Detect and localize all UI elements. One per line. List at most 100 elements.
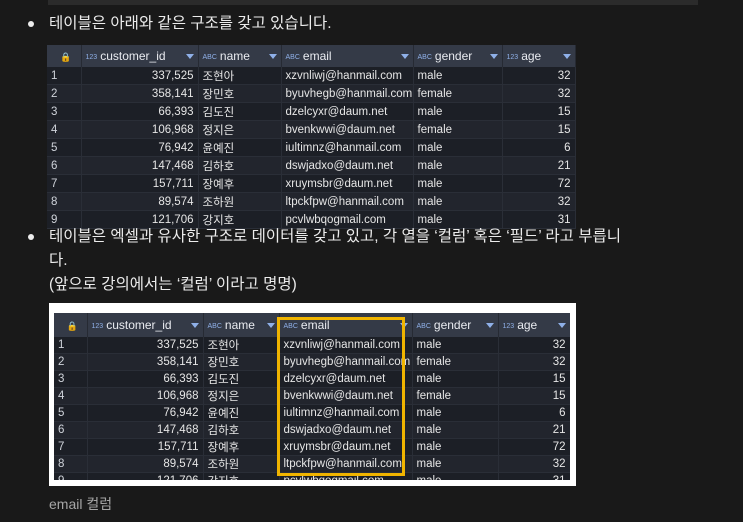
sort-dropdown-icon[interactable]	[399, 323, 408, 328]
age-cell[interactable]: 6	[502, 138, 576, 157]
row-number-cell[interactable]: 1	[47, 67, 82, 85]
table-row[interactable]: 1 337,525 조현아 xzvnliwj@hanmail.com male 32	[54, 337, 570, 354]
customer-id-cell[interactable]: 337,525	[81, 67, 199, 85]
row-number-cell[interactable]: 6	[54, 421, 88, 439]
table-row[interactable]: 6 147,468 김하호 dswjadxo@daum.net male 21	[47, 156, 576, 175]
gender-cell[interactable]: male	[413, 192, 503, 211]
customer-id-cell[interactable]: 358,141	[87, 353, 204, 371]
gender-cell[interactable]: male	[412, 404, 499, 422]
email-cell[interactable]: dswjadxo@daum.net	[281, 156, 414, 175]
name-cell[interactable]: 김하호	[198, 156, 282, 175]
sort-dropdown-icon[interactable]	[190, 323, 199, 328]
age-cell[interactable]: 21	[498, 421, 570, 439]
sort-dropdown-icon[interactable]	[489, 54, 498, 59]
customer-id-cell[interactable]: 106,968	[87, 387, 204, 405]
table-row[interactable]: 3 66,393 김도진 dzelcyxr@daum.net male 15	[47, 102, 576, 121]
name-cell[interactable]: 강지호	[203, 472, 280, 480]
age-cell[interactable]: 15	[502, 102, 576, 121]
email-cell[interactable]: byuvhegb@hanmail.com	[279, 353, 413, 371]
column-header-name[interactable]: ABC name	[203, 313, 280, 337]
age-cell[interactable]: 32	[498, 353, 570, 371]
email-cell[interactable]: bvenkwwi@daum.net	[279, 387, 413, 405]
row-number-cell[interactable]: 5	[47, 138, 82, 157]
customer-id-cell[interactable]: 147,468	[81, 156, 199, 175]
gender-cell[interactable]: male	[413, 174, 503, 193]
customer-id-cell[interactable]: 121,706	[87, 472, 204, 480]
customer-id-cell[interactable]: 89,574	[87, 455, 204, 473]
column-header-customer-id[interactable]: 123 customer_id	[87, 313, 204, 337]
table-row[interactable]: 1 337,525 조현아 xzvnliwj@hanmail.com male 32	[47, 67, 576, 85]
customer-id-cell[interactable]: 337,525	[87, 337, 204, 354]
name-cell[interactable]: 김도진	[203, 370, 280, 388]
gender-cell[interactable]: male	[413, 67, 503, 85]
email-cell[interactable]: iultimnz@hanmail.com	[279, 404, 413, 422]
table-row[interactable]: 7 157,711 장예후 xruymsbr@daum.net male 72	[54, 438, 570, 456]
name-cell[interactable]: 장예후	[198, 174, 282, 193]
customer-id-cell[interactable]: 76,942	[81, 138, 199, 157]
gender-cell[interactable]: female	[413, 120, 503, 139]
row-number-cell[interactable]: 4	[47, 120, 82, 139]
row-number-cell[interactable]: 8	[47, 192, 82, 211]
name-cell[interactable]: 조하원	[203, 455, 280, 473]
row-number-cell[interactable]: 2	[54, 353, 88, 371]
age-cell[interactable]: 32	[502, 192, 576, 211]
age-cell[interactable]: 31	[498, 472, 570, 480]
row-number-cell[interactable]: 6	[47, 156, 82, 175]
name-cell[interactable]: 조현아	[203, 337, 280, 354]
sort-dropdown-icon[interactable]	[557, 323, 566, 328]
row-number-cell[interactable]: 5	[54, 404, 88, 422]
row-number-cell[interactable]: 7	[47, 174, 82, 193]
email-cell[interactable]: bvenkwwi@daum.net	[281, 120, 414, 139]
column-header-age[interactable]: 123 age	[498, 313, 570, 337]
name-cell[interactable]: 윤예진	[198, 138, 282, 157]
email-cell[interactable]: ltpckfpw@hanmail.com	[281, 192, 414, 211]
row-number-cell[interactable]: 7	[54, 438, 88, 456]
column-header-customer-id[interactable]: 123 customer_id	[81, 45, 199, 67]
table-row[interactable]: 4 106,968 정지은 bvenkwwi@daum.net female 15	[54, 387, 570, 405]
customer-id-cell[interactable]: 157,711	[87, 438, 204, 456]
email-cell[interactable]: dswjadxo@daum.net	[279, 421, 413, 439]
age-cell[interactable]: 72	[502, 174, 576, 193]
column-header-email[interactable]: ABC email	[279, 313, 413, 337]
email-cell[interactable]: xzvnliwj@hanmail.com	[281, 67, 414, 85]
table-row[interactable]: 9121,706강지호pcvlwbqogmail.commale31	[54, 472, 570, 480]
table-row[interactable]: 5 76,942 윤예진 iultimnz@hanmail.com male 6	[47, 138, 576, 157]
name-cell[interactable]: 정지은	[203, 387, 280, 405]
email-cell[interactable]: xruymsbr@daum.net	[281, 174, 414, 193]
age-cell[interactable]: 32	[498, 337, 570, 354]
age-cell[interactable]: 6	[498, 404, 570, 422]
customer-id-cell[interactable]: 66,393	[87, 370, 204, 388]
table-row[interactable]: 6 147,468 김하호 dswjadxo@daum.net male 21	[54, 421, 570, 439]
sort-dropdown-icon[interactable]	[266, 323, 275, 328]
age-cell[interactable]: 21	[502, 156, 576, 175]
email-cell[interactable]: byuvhegb@hanmail.com	[281, 84, 414, 103]
email-cell[interactable]: dzelcyxr@daum.net	[281, 102, 414, 121]
email-cell[interactable]: xruymsbr@daum.net	[279, 438, 413, 456]
gender-cell[interactable]: male	[412, 370, 499, 388]
row-number-cell[interactable]: 3	[54, 370, 88, 388]
column-header-name[interactable]: ABC name	[198, 45, 282, 67]
gender-cell[interactable]: male	[413, 102, 503, 121]
gender-cell[interactable]: male	[413, 156, 503, 175]
name-cell[interactable]: 김하호	[203, 421, 280, 439]
gender-cell[interactable]: male	[412, 438, 499, 456]
email-cell[interactable]: ltpckfpw@hanmail.com	[279, 455, 413, 473]
gender-cell[interactable]: female	[412, 353, 499, 371]
table-row[interactable]: 3 66,393 김도진 dzelcyxr@daum.net male 15	[54, 370, 570, 388]
sort-dropdown-icon[interactable]	[185, 54, 194, 59]
customer-id-cell[interactable]: 358,141	[81, 84, 199, 103]
age-cell[interactable]: 32	[498, 455, 570, 473]
age-cell[interactable]: 15	[498, 387, 570, 405]
customer-id-cell[interactable]: 76,942	[87, 404, 204, 422]
gender-cell[interactable]: male	[412, 455, 499, 473]
email-cell[interactable]: xzvnliwj@hanmail.com	[279, 337, 413, 354]
name-cell[interactable]: 장예후	[203, 438, 280, 456]
customer-id-cell[interactable]: 89,574	[81, 192, 199, 211]
customer-id-cell[interactable]: 147,468	[87, 421, 204, 439]
gender-cell[interactable]: female	[412, 387, 499, 405]
row-number-cell[interactable]: 3	[47, 102, 82, 121]
age-cell[interactable]: 32	[502, 67, 576, 85]
customer-id-cell[interactable]: 66,393	[81, 102, 199, 121]
name-cell[interactable]: 윤예진	[203, 404, 280, 422]
gender-cell[interactable]: male	[413, 138, 503, 157]
